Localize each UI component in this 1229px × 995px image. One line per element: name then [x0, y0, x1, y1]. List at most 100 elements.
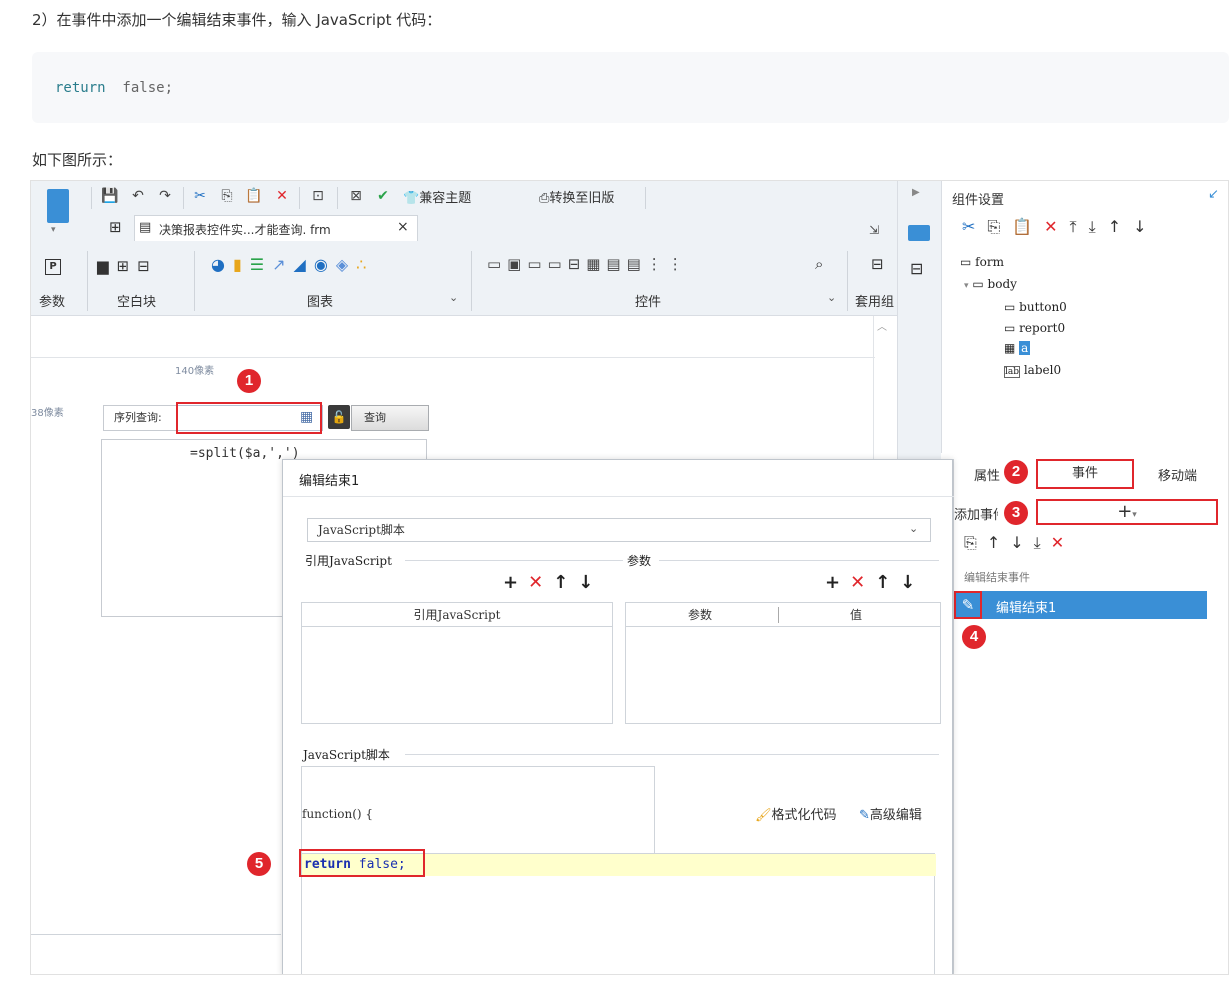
- designer-screenshot: ▾ 💾 ↶ ↷ ✂ ⎘ 📋 ✕ ⊡ ⊠ ✔ 👕兼容主题 ⎙转换至旧版 ⊞ ▤ 决…: [30, 180, 1229, 975]
- pin-icon[interactable]: ↙: [1208, 187, 1219, 202]
- delete-icon[interactable]: ✕: [1044, 217, 1069, 236]
- move-up-icon[interactable]: ↑: [1108, 217, 1133, 236]
- params-actions: +✕↑↓: [825, 572, 925, 593]
- edit-end-dialog: 编辑结束1 JavaScript脚本 ⌄ 引用JavaScript 参数 +✕↑…: [247, 459, 954, 974]
- layout-panel-icon[interactable]: ⊟: [910, 259, 923, 278]
- copy-icon[interactable]: ⎘: [987, 217, 1012, 236]
- undo-icon[interactable]: ↶: [129, 187, 147, 205]
- chart-icons[interactable]: ◕▮☰↗◢◉◈∴: [211, 255, 374, 274]
- event-item-label: 编辑结束1: [996, 601, 1057, 616]
- ruler-x-label: 140像素: [175, 366, 215, 377]
- left-mini-bar: [31, 215, 91, 241]
- step-badge-4: 4: [962, 625, 986, 649]
- tree-form[interactable]: ▭ form: [960, 255, 1004, 269]
- search-doc-icon[interactable]: ⌕: [815, 255, 823, 273]
- delete-icon[interactable]: ✕: [1051, 533, 1074, 552]
- theme-button[interactable]: 👕兼容主题: [403, 187, 471, 206]
- step-badge-3: 3: [1004, 501, 1028, 525]
- chevron-down-icon[interactable]: ⌄: [909, 522, 918, 535]
- lock-icon[interactable]: 🔓: [328, 405, 350, 429]
- save-icon[interactable]: 💾: [101, 187, 119, 205]
- ok-circle-icon[interactable]: ✔: [374, 187, 392, 205]
- check-icon[interactable]: ⊠: [347, 187, 365, 205]
- add-event-button[interactable]: +▾: [1036, 499, 1218, 525]
- event-item[interactable]: ✎ 编辑结束1: [954, 591, 1207, 619]
- tab-mobile[interactable]: 移动端: [1158, 465, 1197, 484]
- events-toolbar: ⎘↑↓⤓✕: [964, 533, 1074, 553]
- close-icon[interactable]: ×: [397, 219, 409, 235]
- chevron-down-icon[interactable]: ▾: [964, 281, 969, 291]
- delete-icon[interactable]: ✕: [850, 572, 875, 593]
- cut-icon[interactable]: ✂: [962, 217, 987, 236]
- add-icon[interactable]: +: [503, 572, 528, 593]
- widget-panel-icon[interactable]: [908, 225, 930, 241]
- paste-icon[interactable]: 📋: [245, 187, 263, 205]
- layout-icon[interactable]: ⊟: [871, 255, 884, 273]
- chevron-down-icon[interactable]: ⌄: [827, 291, 836, 304]
- move-bottom-icon[interactable]: ⤓: [1034, 533, 1051, 552]
- script-type-select[interactable]: JavaScript脚本: [307, 518, 931, 542]
- tree-label0[interactable]: lab label0: [1004, 363, 1061, 378]
- tree-body[interactable]: ▾ ▭ body: [964, 277, 1017, 291]
- move-down-icon[interactable]: ↓: [1010, 533, 1033, 552]
- expand-icon[interactable]: ⇲: [865, 221, 883, 239]
- edit-icon[interactable]: ✎: [954, 591, 982, 619]
- preview-icon[interactable]: ⊡: [309, 187, 327, 205]
- params-table[interactable]: 参数 值: [625, 602, 941, 724]
- highlight-box-1: [176, 402, 322, 434]
- redo-icon[interactable]: ↷: [156, 187, 174, 205]
- step-instruction: 2）在事件中添加一个编辑结束事件，输入 JavaScript 代码：: [32, 11, 442, 29]
- move-up-icon[interactable]: ↑: [875, 572, 900, 593]
- convert-icon: ⎙: [539, 191, 550, 206]
- ref-js-column-header: 引用JavaScript: [302, 603, 612, 627]
- advanced-edit-button[interactable]: ✎高级编辑: [859, 804, 922, 823]
- tree-report0[interactable]: ▭ report0: [1004, 321, 1065, 335]
- report-icon: ▭: [1004, 321, 1016, 335]
- move-down-icon[interactable]: ↓: [578, 572, 603, 593]
- step-badge-2: 2: [1004, 460, 1028, 484]
- button-icon: ▭: [1004, 300, 1016, 314]
- chevron-up-icon[interactable]: ︿: [877, 318, 887, 333]
- format-code-button[interactable]: 🖌格式化代码: [755, 804, 837, 823]
- move-down-icon[interactable]: ↓: [900, 572, 925, 593]
- move-down-icon[interactable]: ↓: [1133, 217, 1158, 236]
- tab-attributes[interactable]: 属性: [974, 465, 1000, 484]
- add-icon[interactable]: +: [825, 572, 850, 593]
- query-label-widget[interactable]: 序列查询:: [103, 405, 177, 431]
- param-icon[interactable]: P: [45, 259, 61, 275]
- delete-icon[interactable]: ✕: [528, 572, 553, 593]
- tree-a[interactable]: ▦ a: [1004, 341, 1031, 355]
- paste-icon[interactable]: 📋: [1012, 217, 1044, 236]
- file-tab[interactable]: ▤ 决策报表控件实...才能查询. frm ×: [134, 215, 418, 241]
- delete-icon[interactable]: ✕: [273, 187, 291, 205]
- control-icons[interactable]: ▭▣▭▭⊟▦▤▤⋮⋮: [487, 255, 689, 273]
- tree-button0[interactable]: ▭ button0: [1004, 300, 1067, 314]
- event-group-label: 编辑结束事件: [964, 571, 1030, 584]
- panel-toolbar: ✂⎘📋✕⤒⤓↑↓: [962, 217, 1159, 237]
- copy-icon[interactable]: ⎘: [964, 533, 987, 552]
- tab-events[interactable]: 事件: [1036, 459, 1134, 489]
- param-label: 参数: [39, 295, 66, 310]
- grid-icon[interactable]: ⊞: [109, 218, 122, 236]
- add-event-label: 添加事件: [954, 508, 998, 523]
- move-up-icon[interactable]: ↑: [987, 533, 1010, 552]
- dialog-title-divider: [283, 496, 954, 497]
- step-badge-1: 1: [237, 369, 261, 393]
- move-up-icon[interactable]: ↑: [553, 572, 578, 593]
- convert-button[interactable]: ⎙转换至旧版: [539, 187, 614, 206]
- cut-icon[interactable]: ✂: [191, 187, 209, 205]
- chevron-down-icon[interactable]: ⌄: [449, 291, 458, 304]
- move-top-icon[interactable]: ⤒: [1070, 217, 1089, 236]
- canvas-bottom-line: [31, 934, 281, 935]
- component-settings-title: 组件设置: [952, 193, 1005, 208]
- query-button[interactable]: 查询: [351, 405, 429, 431]
- chevron-right-icon[interactable]: ▶: [912, 187, 920, 198]
- blank-block-icons[interactable]: ▆⊞⊟: [97, 257, 158, 275]
- params-section-label: 参数: [627, 554, 652, 568]
- copy-icon[interactable]: ⎘: [218, 187, 236, 205]
- component-settings-panel: 组件设置 ↙ ✂⎘📋✕⤒⤓↑↓ ▭ form ▾ ▭ body ▭ button…: [941, 181, 1228, 453]
- param-column-header: 参数: [688, 608, 713, 622]
- params-header-row: 参数 值: [626, 603, 940, 627]
- move-bottom-icon[interactable]: ⤓: [1089, 217, 1108, 236]
- ref-js-table[interactable]: 引用JavaScript: [301, 602, 613, 724]
